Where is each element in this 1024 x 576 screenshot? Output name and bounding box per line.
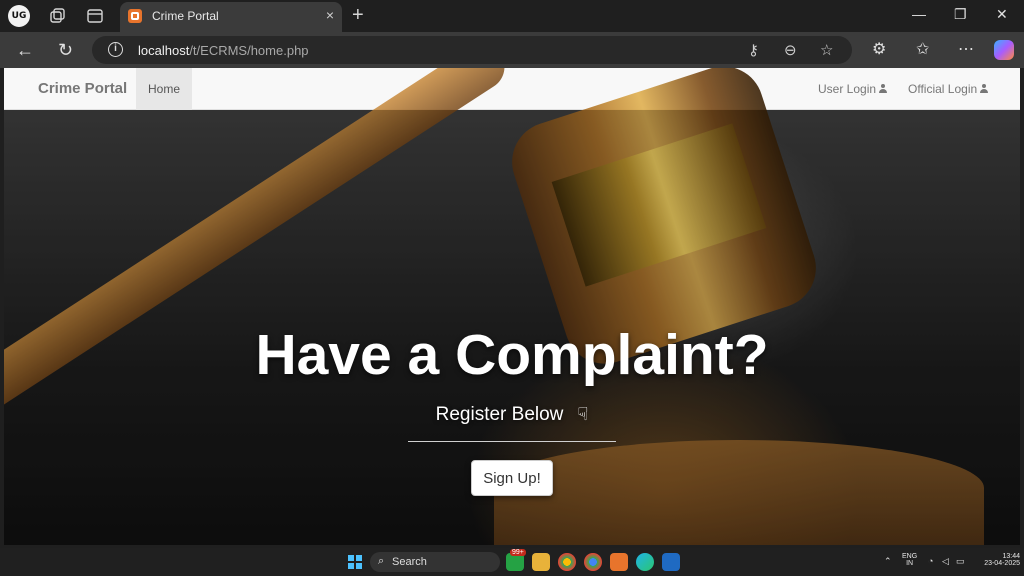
language-code: ENG [902, 553, 918, 560]
tab-title: Crime Portal [152, 9, 219, 23]
minimize-button[interactable]: — [912, 6, 926, 22]
back-arrow-icon[interactable]: ← [16, 40, 34, 61]
new-tab-button[interactable]: + [352, 4, 364, 27]
taskbar-search-label: Search [392, 556, 427, 568]
clock-date: 23-04-2025 [984, 560, 1020, 567]
more-menu-icon[interactable]: ⋯ [958, 39, 974, 59]
vertical-tabs-icon[interactable] [86, 7, 104, 25]
xampp-favicon-icon [128, 9, 142, 23]
workspaces-icon[interactable] [48, 7, 66, 25]
site-navbar: Crime Portal Home User Login Official Lo… [4, 68, 1020, 110]
key-icon[interactable]: ⚷ [748, 41, 759, 59]
maximize-button[interactable]: ❐ [954, 6, 967, 23]
browser-tab-bar: UG Crime Portal × + — ❐ ✕ [0, 0, 1024, 32]
copilot-icon[interactable] [994, 40, 1014, 60]
url-text[interactable]: localhost/t/ECRMS/home.php [138, 43, 309, 58]
volume-icon[interactable]: ◁ [942, 556, 949, 567]
vscode-icon[interactable] [662, 553, 680, 571]
official-login-link[interactable]: Official Login [908, 82, 989, 96]
url-path: /t/ECRMS/home.php [189, 43, 309, 58]
url-host: localhost [138, 43, 190, 58]
chrome-profile-icon[interactable] [584, 553, 602, 571]
taskbar-search[interactable]: ⌕ Search [370, 552, 500, 572]
hero-subtitle: Register Below ☟ [4, 404, 1020, 426]
language-region: IN [906, 560, 914, 567]
chevron-up-icon[interactable]: ⌃ [884, 556, 892, 567]
hero-title: Have a Complaint? [255, 323, 769, 387]
user-icon [879, 84, 888, 93]
xampp-icon[interactable] [610, 553, 628, 571]
nav-home-link[interactable]: Home [136, 68, 192, 110]
chrome-icon[interactable] [558, 553, 576, 571]
windows-start-icon[interactable] [348, 555, 362, 569]
zoom-out-icon[interactable]: ⊖ [784, 41, 797, 59]
hand-point-down-icon: ☟ [577, 404, 589, 424]
file-explorer-icon[interactable] [532, 553, 550, 571]
hero-section: Have a Complaint? Register Below ☟ Sign U… [4, 68, 1020, 545]
favorite-star-icon[interactable]: ☆ [820, 41, 833, 59]
address-bar[interactable]: i localhost/t/ECRMS/home.php ⚷ ⊖ ☆ [92, 36, 852, 64]
windows-taskbar: ⌕ Search 99+ ⌃ ENG IN ◔ ◁ ▭ 13:44 23-04-… [0, 548, 1024, 576]
battery-icon[interactable]: ▭ [956, 556, 965, 567]
profile-avatar[interactable]: UG [8, 5, 30, 27]
search-icon: ⌕ [378, 555, 385, 567]
site-info-icon[interactable]: i [108, 42, 123, 57]
edge-icon[interactable] [636, 553, 654, 571]
notification-badge: 99+ [510, 549, 526, 556]
hero-subtitle-text: Register Below [435, 404, 564, 425]
extensions-icon[interactable]: ⚙ [872, 39, 886, 59]
hero-divider [408, 441, 616, 442]
user-login-link[interactable]: User Login [818, 82, 888, 96]
user-icon [980, 84, 989, 93]
tab-close-icon[interactable]: × [326, 7, 334, 23]
favorites-icon[interactable]: ✩ [916, 39, 929, 59]
clock[interactable]: 13:44 23-04-2025 [976, 553, 1020, 567]
clock-time: 13:44 [1002, 553, 1020, 560]
browser-toolbar: ← ↻ i localhost/t/ECRMS/home.php ⚷ ⊖ ☆ ⚙… [0, 32, 1024, 68]
close-window-button[interactable]: ✕ [996, 6, 1008, 23]
wifi-icon[interactable]: ◔ [928, 556, 933, 566]
page-viewport: Crime Portal Home User Login Official Lo… [4, 68, 1020, 545]
refresh-icon[interactable]: ↻ [58, 40, 73, 61]
user-login-label: User Login [818, 82, 877, 96]
active-tab[interactable]: Crime Portal × [120, 2, 342, 32]
site-brand[interactable]: Crime Portal [38, 80, 127, 97]
language-indicator[interactable]: ENG IN [902, 553, 917, 567]
signup-button[interactable]: Sign Up! [471, 460, 553, 496]
official-login-label: Official Login [908, 82, 978, 96]
